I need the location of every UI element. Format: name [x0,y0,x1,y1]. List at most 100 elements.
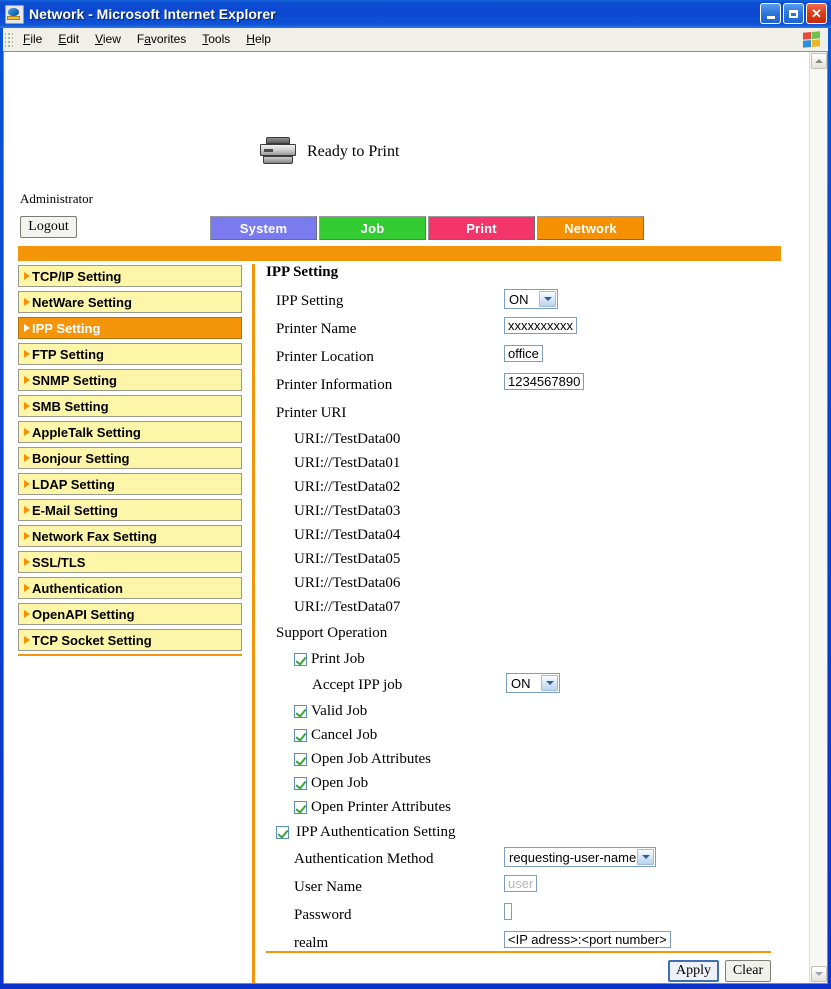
checkbox-open-printer-attributes[interactable]: Open Printer Attributes [266,795,786,819]
checkbox-label: Print Job [311,650,365,667]
accept-ipp-job-select[interactable]: ON [506,673,560,693]
menu-help[interactable]: Help [238,29,279,50]
chevron-down-icon [539,291,556,307]
logout-button[interactable]: Logout [20,216,77,238]
sidebar-item-label: AppleTalk Setting [32,424,141,440]
chevron-down-icon [541,675,558,691]
field-printer-location: Printer Location office [266,343,786,371]
user-name-input[interactable]: user [504,875,538,892]
scrollbar-track[interactable] [810,70,827,965]
sidebar-item-network-fax-setting[interactable]: Network Fax Setting [18,525,242,547]
field-label: Printer Information [276,376,393,393]
menu-bar: File Edit View Favorites Tools Help [3,28,828,52]
browser-window: Network - Microsoft Internet Explorer ✕ … [0,0,831,989]
sidebar-item-ldap-setting[interactable]: LDAP Setting [18,473,242,495]
password-input[interactable] [504,903,512,920]
sidebar-item-authentication[interactable]: Authentication [18,577,242,599]
checkbox-open-job-attributes[interactable]: Open Job Attributes [266,747,786,771]
sidebar-item-smb-setting[interactable]: SMB Setting [18,395,242,417]
printer-uri-entry: URI://TestData05 [266,547,786,571]
sidebar-item-label: Bonjour Setting [32,450,130,466]
apply-button[interactable]: Apply [668,960,719,982]
close-icon: ✕ [811,6,822,21]
printer-uri-entry: URI://TestData03 [266,499,786,523]
sidebar-item-email-setting[interactable]: E-Mail Setting [18,499,242,521]
bullet-arrow-icon [24,584,30,592]
menu-tools[interactable]: Tools [194,29,238,50]
sidebar-item-bonjour-setting[interactable]: Bonjour Setting [18,447,242,469]
tab-print[interactable]: Print [428,216,535,240]
checkbox-icon[interactable] [294,800,307,814]
checkbox-label: Valid Job [311,702,368,719]
checkbox-cancel-job[interactable]: Cancel Job [266,723,786,747]
field-label: Password [294,906,352,923]
realm-input[interactable]: <IP adress>:<port number> [504,931,671,948]
checkbox-icon[interactable] [294,776,307,790]
sidebar-item-ftp-setting[interactable]: FTP Setting [18,343,242,365]
chevron-down-icon [815,972,823,976]
sidebar-item-ipp-setting[interactable]: IPP Setting [18,317,242,339]
menu-grip-handle[interactable] [5,31,13,48]
sidebar-item-appletalk-setting[interactable]: AppleTalk Setting [18,421,242,443]
checkbox-icon[interactable] [294,752,307,766]
sidebar-item-ssl-tls[interactable]: SSL/TLS [18,551,242,573]
printer-location-input[interactable]: office [504,345,543,362]
main-nav-tabs: System Job Print Network [210,216,644,240]
tab-network[interactable]: Network [537,216,644,240]
checkbox-icon[interactable] [294,704,307,718]
ipp-setting-select[interactable]: ON [504,289,558,309]
printer-information-input[interactable]: 1234567890 [504,373,585,390]
sidebar-item-snmp-setting[interactable]: SNMP Setting [18,369,242,391]
uri-text: URI://TestData07 [294,598,401,615]
printer-status: Ready to Print [259,137,399,167]
checkbox-ipp-authentication-setting[interactable]: IPP Authentication Setting [266,819,786,845]
sidebar-item-label: LDAP Setting [32,476,115,492]
checkbox-valid-job[interactable]: Valid Job [266,699,786,723]
menu-edit[interactable]: Edit [50,29,87,50]
printer-name-input[interactable]: xxxxxxxxxx [504,317,577,334]
title-bar: Network - Microsoft Internet Explorer ✕ [0,0,831,28]
sidebar-item-openapi-setting[interactable]: OpenAPI Setting [18,603,242,625]
checkbox-open-job[interactable]: Open Job [266,771,786,795]
scroll-up-button[interactable] [811,53,827,69]
sidebar-item-tcp-socket-setting[interactable]: TCP Socket Setting [18,629,242,651]
close-button[interactable]: ✕ [806,3,827,24]
field-printer-uri: Printer URI [266,399,786,427]
scroll-down-button[interactable] [811,966,827,982]
support-operation-header: Support Operation [266,619,786,647]
authentication-method-select[interactable]: requesting-user-name [504,847,656,867]
field-user-name: User Name user [266,873,786,901]
bullet-arrow-icon [24,558,30,566]
menu-view[interactable]: View [87,29,129,50]
sidebar-item-label: SNMP Setting [32,372,117,388]
checkbox-icon[interactable] [294,728,307,742]
maximize-button[interactable] [783,3,804,24]
sidebar-item-label: IPP Setting [32,320,101,336]
minimize-icon [766,15,775,19]
page-title: IPP Setting [266,264,339,280]
tab-system[interactable]: System [210,216,317,240]
uri-text: URI://TestData04 [294,526,401,543]
checkbox-print-job[interactable]: Print Job [266,647,786,671]
sidebar-item-tcp-ip-setting[interactable]: TCP/IP Setting [18,265,242,287]
clear-button[interactable]: Clear [725,960,771,982]
support-operation-label: Support Operation [276,624,388,641]
tab-job[interactable]: Job [319,216,426,240]
select-value: ON [511,675,531,691]
vertical-scrollbar[interactable] [809,52,827,983]
uri-text: URI://TestData05 [294,550,401,567]
menu-file[interactable]: File [15,29,50,50]
content-divider [252,264,255,983]
minimize-button[interactable] [760,3,781,24]
bullet-arrow-icon [24,272,30,280]
checkbox-label: Open Job [311,774,369,791]
checkbox-icon[interactable] [294,652,307,666]
chevron-down-icon [637,849,654,865]
sidebar-item-netware-setting[interactable]: NetWare Setting [18,291,242,313]
uri-text: URI://TestData03 [294,502,401,519]
menu-favorites[interactable]: Favorites [129,29,194,50]
sidebar-menu: TCP/IP Setting NetWare Setting IPP Setti… [18,265,242,656]
checkbox-icon[interactable] [276,825,289,839]
form-actions: Apply Clear [668,960,771,982]
field-label: User Name [294,878,362,895]
